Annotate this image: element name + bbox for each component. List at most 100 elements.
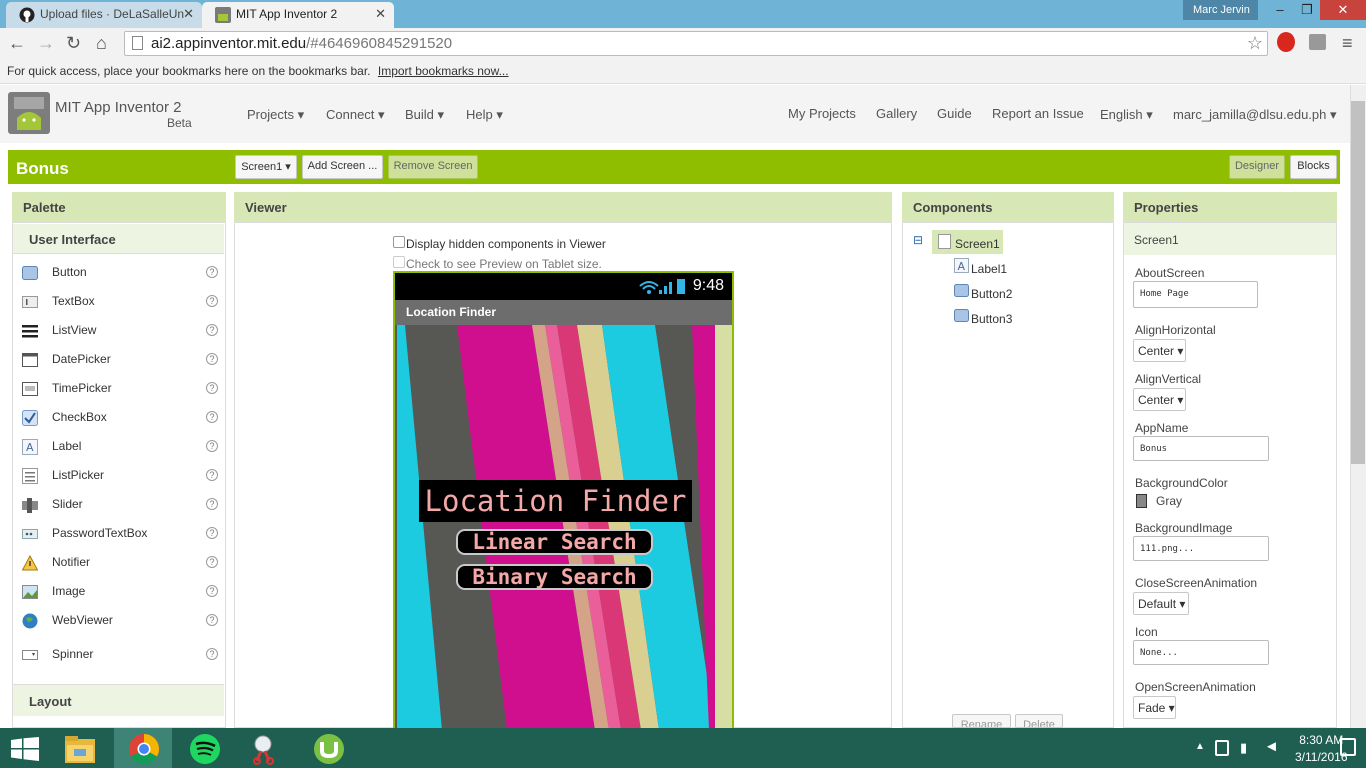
close-tab-icon[interactable]: ✕ xyxy=(375,6,386,22)
language-menu[interactable]: English ▾ xyxy=(1100,107,1153,123)
palette-item-spinner[interactable]: Spinner ? xyxy=(22,645,220,669)
palette-item-textbox[interactable]: TextBox ? xyxy=(22,292,220,316)
file-explorer-icon[interactable] xyxy=(63,733,97,765)
rename-button[interactable]: Rename xyxy=(952,714,1011,728)
help-icon[interactable]: ? xyxy=(206,295,218,307)
component-button3[interactable]: Button3 xyxy=(971,312,1012,326)
utorrent-icon[interactable] xyxy=(313,733,345,765)
help-icon[interactable]: ? xyxy=(206,469,218,481)
menu-connect[interactable]: Connect ▾ xyxy=(326,107,385,123)
extension-icon[interactable] xyxy=(1309,34,1326,50)
background-image-input[interactable]: 111.png... xyxy=(1133,536,1269,561)
add-screen-button[interactable]: Add Screen ... xyxy=(302,155,383,179)
device-icon[interactable] xyxy=(1215,740,1229,756)
palette-item-image[interactable]: Image ? xyxy=(22,582,220,606)
app-name-input[interactable]: Bonus xyxy=(1133,436,1269,461)
collapse-icon[interactable]: ⊟ xyxy=(913,233,923,247)
guide-link[interactable]: Guide xyxy=(937,106,972,121)
icon-input[interactable]: None... xyxy=(1133,640,1269,665)
palette-item-passwordtextbox[interactable]: PasswordTextBox ? xyxy=(22,524,220,548)
align-horizontal-dropdown[interactable]: Center ▾ xyxy=(1133,339,1186,362)
blocks-button[interactable]: Blocks xyxy=(1290,155,1337,179)
screen-select-button[interactable]: Screen1 ▾ xyxy=(235,155,297,179)
delete-button[interactable]: Delete xyxy=(1015,714,1063,728)
component-label1[interactable]: Label1 xyxy=(971,262,1007,276)
reload-icon[interactable]: ↻ xyxy=(66,33,81,54)
close-window-button[interactable]: ✕ xyxy=(1320,0,1366,20)
import-bookmarks-link[interactable]: Import bookmarks now... xyxy=(378,64,509,78)
snipping-tool-icon[interactable] xyxy=(251,733,283,765)
help-icon[interactable]: ? xyxy=(206,614,218,626)
palette-item-timepicker[interactable]: TimePicker ? xyxy=(22,379,220,403)
help-icon[interactable]: ? xyxy=(206,353,218,365)
menu-icon[interactable]: ≡ xyxy=(1342,33,1353,54)
back-icon[interactable]: ← xyxy=(8,33,26,54)
color-swatch[interactable] xyxy=(1136,494,1147,508)
palette-item-listview[interactable]: ListView ? xyxy=(22,321,220,345)
palette-item-webviewer[interactable]: WebViewer ? xyxy=(22,611,220,635)
linear-search-button[interactable]: Linear Search xyxy=(456,529,653,555)
component-button2[interactable]: Button2 xyxy=(971,287,1012,301)
volume-icon[interactable]: ◄ xyxy=(1264,738,1279,755)
help-icon[interactable]: ? xyxy=(206,266,218,278)
designer-button[interactable]: Designer xyxy=(1229,155,1285,179)
label-location-finder[interactable]: Location Finder xyxy=(419,480,692,522)
palette-item-notifier[interactable]: Notifier ? xyxy=(22,553,220,577)
remove-screen-button[interactable]: Remove Screen xyxy=(388,155,478,179)
palette-item-label[interactable]: A Label ? xyxy=(22,437,220,461)
network-icon[interactable]: ▮ xyxy=(1240,740,1247,756)
home-icon[interactable]: ⌂ xyxy=(96,33,107,54)
palette-item-slider[interactable]: Slider ? xyxy=(22,495,220,519)
close-screen-animation-dropdown[interactable]: Default ▾ xyxy=(1133,592,1189,615)
close-tab-icon[interactable]: ✕ xyxy=(183,6,194,22)
tab-upload-files[interactable]: Upload files · DeLaSalleUn ✕ xyxy=(6,2,202,28)
about-screen-input[interactable]: Home Page xyxy=(1133,281,1258,308)
tablet-preview-checkbox[interactable] xyxy=(393,256,405,268)
help-icon[interactable]: ? xyxy=(206,324,218,336)
scrollbar-thumb[interactable] xyxy=(1351,101,1365,464)
chrome-icon[interactable] xyxy=(128,733,160,765)
display-hidden-checkbox[interactable] xyxy=(393,236,405,248)
bookmarks-bar: For quick access, place your bookmarks h… xyxy=(0,60,1366,84)
help-icon[interactable]: ? xyxy=(206,648,218,660)
align-vertical-dropdown[interactable]: Center ▾ xyxy=(1133,388,1186,411)
forward-icon[interactable]: → xyxy=(37,33,55,54)
show-hidden-icons[interactable]: ▲ xyxy=(1195,741,1205,752)
help-icon[interactable]: ? xyxy=(206,411,218,423)
gallery-link[interactable]: Gallery xyxy=(876,106,917,121)
windows-start-icon[interactable] xyxy=(11,737,39,761)
account-menu[interactable]: marc_jamilla@dlsu.edu.ph ▾ xyxy=(1173,107,1337,123)
component-screen1[interactable]: Screen1 xyxy=(955,237,1000,251)
tab-app-inventor[interactable]: MIT App Inventor 2 ✕ xyxy=(202,2,394,28)
palette-category-user-interface[interactable]: User Interface xyxy=(13,224,224,254)
profile-name[interactable]: Marc Jervin xyxy=(1183,0,1258,20)
maximize-button[interactable]: ❐ xyxy=(1294,0,1320,20)
background-color-value[interactable]: Gray xyxy=(1156,494,1182,508)
binary-search-button[interactable]: Binary Search xyxy=(456,564,653,590)
help-icon[interactable]: ? xyxy=(206,585,218,597)
spotify-icon[interactable] xyxy=(189,733,221,765)
address-bar[interactable]: ai2.appinventor.mit.edu/#464696084529152… xyxy=(124,31,1268,56)
url-path: /#4646960845291520 xyxy=(306,35,453,52)
help-icon[interactable]: ? xyxy=(206,382,218,394)
my-projects-link[interactable]: My Projects xyxy=(788,106,856,121)
help-icon[interactable]: ? xyxy=(206,498,218,510)
components-header: Components xyxy=(902,192,1114,222)
minimize-button[interactable]: – xyxy=(1266,0,1294,20)
palette-item-button[interactable]: Button ? xyxy=(22,263,220,287)
opera-extension-icon[interactable] xyxy=(1277,32,1295,52)
palette-category-layout[interactable]: Layout xyxy=(13,684,224,716)
palette-item-datepicker[interactable]: DatePicker ? xyxy=(22,350,220,374)
palette-item-checkbox[interactable]: CheckBox ? xyxy=(22,408,220,432)
help-icon[interactable]: ? xyxy=(206,556,218,568)
menu-help[interactable]: Help ▾ xyxy=(466,107,503,123)
menu-projects[interactable]: Projects ▾ xyxy=(247,107,304,123)
help-icon[interactable]: ? xyxy=(206,440,218,452)
menu-build[interactable]: Build ▾ xyxy=(405,107,444,123)
palette-item-listpicker[interactable]: ListPicker ? xyxy=(22,466,220,490)
report-issue-link[interactable]: Report an Issue xyxy=(992,106,1084,121)
help-icon[interactable]: ? xyxy=(206,527,218,539)
star-icon[interactable]: ☆ xyxy=(1247,33,1263,54)
open-screen-animation-dropdown[interactable]: Fade ▾ xyxy=(1133,696,1176,719)
notifications-icon[interactable] xyxy=(1340,738,1356,756)
